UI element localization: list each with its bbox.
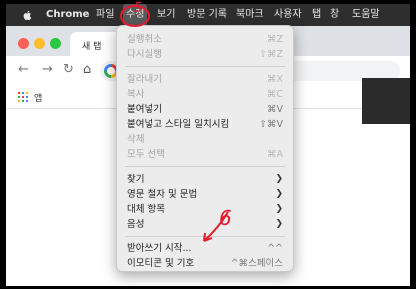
chevron-right-icon: ❯ <box>275 204 283 214</box>
menubar: Chrome 파일 수정 보기 방문 기록 북마크 사용자 탭 창 도움말 <box>6 4 410 26</box>
menubar-profiles[interactable]: 사용자 <box>274 4 302 26</box>
menu-item-start-dictation[interactable]: 받아쓰기 시작... ^^ <box>117 241 293 256</box>
reload-icon[interactable]: ↻ <box>63 62 74 77</box>
forward-arrow-icon[interactable]: → <box>42 62 53 77</box>
apps-grid-icon[interactable] <box>18 92 28 102</box>
minimize-window-button[interactable] <box>34 38 45 49</box>
menubar-tab[interactable]: 탭 <box>312 4 321 26</box>
close-window-button[interactable] <box>18 38 29 49</box>
menubar-help[interactable]: 도움말 <box>352 4 380 26</box>
background-panel <box>362 78 410 124</box>
menubar-edit[interactable]: 수정 <box>123 4 148 26</box>
menu-separator <box>125 236 285 237</box>
back-arrow-icon[interactable]: ← <box>18 62 29 77</box>
menu-item-spelling-grammar[interactable]: 영문 철자 및 문법 ❯ <box>117 187 293 202</box>
home-icon[interactable]: ⌂ <box>83 62 91 77</box>
menu-item-substitutions[interactable]: 대체 항목 ❯ <box>117 202 293 217</box>
apps-bookmark-label[interactable]: 앱 <box>34 91 42 104</box>
menubar-file[interactable]: 파일 <box>96 4 114 26</box>
apple-icon[interactable] <box>22 10 32 21</box>
menu-separator <box>125 66 285 67</box>
menu-item-speech[interactable]: 음성 ❯ <box>117 217 293 232</box>
menu-item-select-all[interactable]: 모두 선택 ⌘A <box>117 147 293 162</box>
menu-item-copy[interactable]: 복사 ⌘C <box>117 87 293 102</box>
chevron-right-icon: ❯ <box>275 189 283 199</box>
menu-item-paste[interactable]: 붙여넣기 ⌘V <box>117 102 293 117</box>
edit-menu-dropdown: 실행취소 ⌘Z 다시실행 ⇧⌘Z 잘라내기 ⌘X 복사 ⌘C 붙여넣기 ⌘V 붙여넣고 스… <box>116 25 294 272</box>
menu-separator <box>125 166 285 167</box>
menu-item-delete[interactable]: 삭제 <box>117 132 293 147</box>
menu-item-paste-match-style[interactable]: 붙여넣고 스타일 일치시킴 ⇧⌘V <box>117 117 293 132</box>
menu-item-undo[interactable]: 실행취소 ⌘Z <box>117 32 293 47</box>
chevron-right-icon: ❯ <box>275 174 283 184</box>
screen: Chrome 파일 수정 보기 방문 기록 북마크 사용자 탭 창 도움말 새 … <box>6 4 410 286</box>
menubar-bookmarks[interactable]: 북마크 <box>236 4 264 26</box>
menu-item-emoji-symbols[interactable]: 이모티콘 및 기호 ^⌘스페이스 <box>117 256 293 271</box>
menubar-view[interactable]: 보기 <box>157 4 175 26</box>
menubar-history[interactable]: 방문 기록 <box>187 4 227 26</box>
menu-item-find[interactable]: 찾기 ❯ <box>117 172 293 187</box>
menu-item-cut[interactable]: 잘라내기 ⌘X <box>117 72 293 87</box>
menubar-window[interactable]: 창 <box>330 4 339 26</box>
chevron-right-icon: ❯ <box>275 219 283 229</box>
menubar-app-name[interactable]: Chrome <box>46 4 89 26</box>
zoom-window-button[interactable] <box>50 38 61 49</box>
menu-item-redo[interactable]: 다시실행 ⇧⌘Z <box>117 47 293 62</box>
tab-title: 새 탭 <box>82 42 102 52</box>
